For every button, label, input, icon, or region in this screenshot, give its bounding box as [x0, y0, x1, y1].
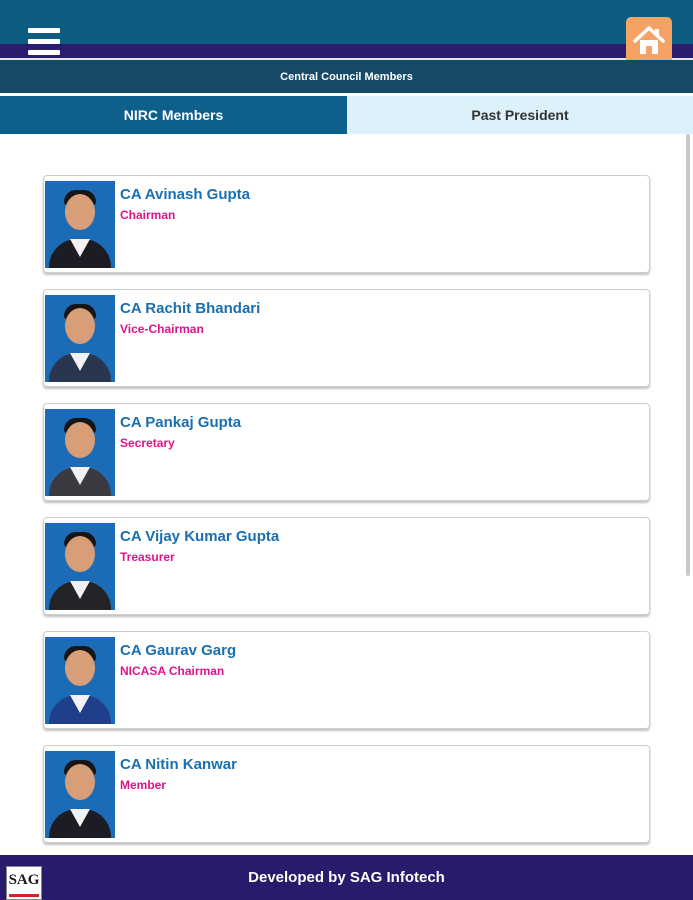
sag-logo: SAG: [6, 866, 42, 900]
member-card[interactable]: CA Vijay Kumar Gupta Treasurer: [43, 517, 650, 615]
page-subtitle: Central Council Members: [0, 60, 693, 93]
member-photo: [45, 295, 115, 382]
home-icon: [633, 26, 665, 54]
hamburger-menu-icon[interactable]: [28, 28, 60, 55]
member-list[interactable]: CA Avinash Gupta Chairman CA Rachit Bhan…: [0, 134, 693, 854]
member-name: CA Gaurav Garg: [120, 642, 237, 659]
member-photo: [45, 409, 115, 496]
member-role: Member: [120, 778, 167, 792]
member-card[interactable]: CA Gaurav Garg NICASA Chairman: [43, 631, 650, 729]
member-photo: [45, 523, 115, 610]
member-name: CA Rachit Bhandari: [120, 300, 261, 317]
member-card[interactable]: CA Pankaj Gupta Secretary: [43, 403, 650, 501]
member-role: Treasurer: [120, 550, 175, 564]
member-name: CA Avinash Gupta: [120, 186, 251, 203]
tab-past-president[interactable]: Past President: [347, 96, 693, 134]
member-name: CA Vijay Kumar Gupta: [120, 528, 280, 545]
list-scrollbar[interactable]: [686, 134, 690, 576]
tab-nirc-members[interactable]: NIRC Members: [0, 96, 347, 134]
header-stripe: [0, 44, 693, 58]
member-role: Chairman: [120, 208, 176, 222]
member-role: Secretary: [120, 436, 175, 450]
member-photo: [45, 181, 115, 268]
tab-bar: NIRC Members Past President: [0, 96, 693, 134]
member-name: CA Pankaj Gupta: [120, 414, 242, 431]
member-name: CA Nitin Kanwar: [120, 756, 237, 773]
footer-credit: Developed by SAG Infotech: [248, 869, 445, 886]
app-header: [0, 0, 693, 44]
menu-bar: [28, 28, 60, 33]
member-photo: [45, 751, 115, 838]
member-card[interactable]: CA Rachit Bhandari Vice-Chairman: [43, 289, 650, 387]
menu-bar: [28, 50, 60, 55]
member-photo: [45, 637, 115, 724]
footer: Developed by SAG Infotech: [0, 855, 693, 900]
member-role: Vice-Chairman: [120, 322, 204, 336]
menu-bar: [28, 39, 60, 44]
member-card[interactable]: CA Nitin Kanwar Member: [43, 745, 650, 843]
member-card[interactable]: CA Avinash Gupta Chairman: [43, 175, 650, 273]
home-button[interactable]: [626, 17, 672, 65]
logo-text: SAG: [8, 872, 40, 888]
member-role: NICASA Chairman: [120, 664, 225, 678]
